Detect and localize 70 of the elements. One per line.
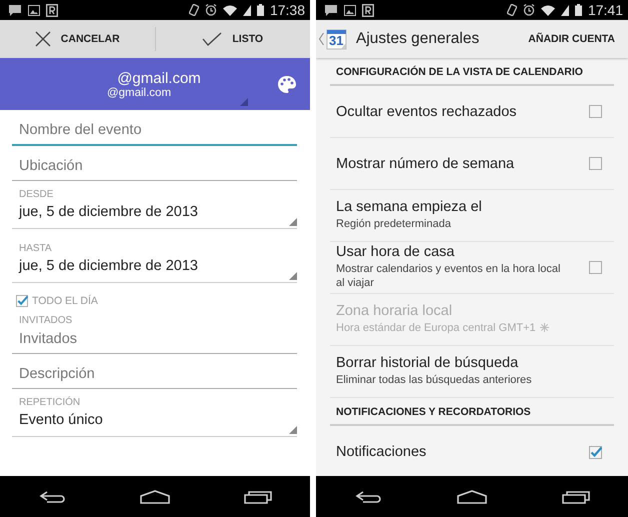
chat-icon (324, 4, 338, 16)
close-icon (34, 31, 51, 47)
up-button[interactable]: 31 Ajustes generales (316, 27, 486, 51)
calendar-app-icon: 31 (326, 28, 348, 50)
home-icon[interactable] (140, 490, 170, 504)
dropdown-corner-icon (240, 98, 248, 106)
checkbox-label: TODO EL DÍA (32, 295, 98, 307)
date-dropdown[interactable]: jue, 5 de diciembre de 2013 (12, 255, 297, 283)
status-time: 17:38 (270, 2, 305, 18)
vibrate-icon (188, 4, 199, 16)
text-field[interactable]: Descripción (12, 362, 297, 389)
text-field[interactable]: Invitados (12, 327, 297, 354)
vibrate-icon (506, 4, 517, 16)
setting-summary: Hora estándar de Europa central GMT+1 (336, 322, 536, 336)
field-label: HASTA (18, 243, 53, 254)
sun-icon (540, 323, 549, 332)
field-label: DESDE (18, 189, 54, 200)
dropdown-corner-icon (289, 218, 297, 226)
battery-icon (256, 4, 264, 16)
checkbox[interactable] (16, 295, 28, 307)
setting-title[interactable]: Notificaciones (336, 444, 589, 460)
square-logo-icon (362, 4, 374, 16)
palette-icon[interactable] (278, 76, 296, 92)
wifi-icon (540, 4, 555, 16)
checkbox[interactable] (589, 446, 602, 458)
account-selector[interactable]: @gmail.com @gmail.com (0, 58, 310, 110)
account-email: @gmail.com (106, 86, 172, 98)
back-icon[interactable] (353, 490, 383, 504)
setting-title[interactable]: Usar hora de casa (336, 244, 589, 260)
text-field[interactable]: Ubicación (12, 154, 297, 181)
dropdown-corner-icon (289, 426, 297, 434)
add-account-button[interactable]: AÑADIR CUENTA (522, 32, 621, 46)
screen-title: Ajustes generales (356, 30, 480, 48)
image-icon (344, 4, 356, 16)
account-name: @gmail.com (117, 70, 201, 86)
checkbox[interactable] (589, 157, 602, 170)
alarm-icon (522, 4, 535, 16)
setting-title[interactable]: Borrar historial de búsqueda (336, 355, 608, 372)
status-time: 17:41 (588, 2, 623, 18)
setting-title[interactable]: Ocultar eventos rechazados (336, 104, 589, 120)
setting-title[interactable]: La semana empieza el (336, 199, 608, 216)
check-icon (202, 32, 222, 46)
dropdown-corner-icon (289, 272, 297, 280)
setting-title[interactable]: Mostrar número de semana (336, 156, 589, 172)
home-icon[interactable] (457, 490, 487, 504)
image-icon (28, 4, 40, 16)
chat-icon (8, 4, 22, 16)
recent-apps-icon[interactable] (243, 490, 274, 504)
section-header: CONFIGURACIÓN DE LA VISTA DE CALENDARIO (330, 58, 614, 86)
checkbox[interactable] (589, 261, 602, 274)
recent-apps-icon[interactable] (561, 490, 591, 504)
field-label: INVITADOS (18, 315, 74, 326)
field-label: REPETICIÓN (18, 397, 82, 408)
done-button[interactable]: LISTO (156, 20, 310, 58)
battery-icon (574, 4, 582, 16)
chevron-left-icon (319, 33, 324, 45)
checkbox[interactable] (589, 105, 602, 118)
setting-summary: Mostrar calendarios y eventos en la hora local al viajar (336, 263, 561, 291)
setting-summary: Eliminar todas las búsquedas anteriores (336, 374, 533, 388)
alarm-icon (204, 4, 217, 16)
signal-icon (560, 4, 569, 16)
section-header: NOTIFICACIONES Y RECORDATORIOS (330, 398, 614, 426)
wifi-icon (222, 4, 237, 16)
cancel-button[interactable]: CANCELAR (0, 20, 154, 58)
signal-icon (242, 4, 251, 16)
date-dropdown[interactable]: jue, 5 de diciembre de 2013 (12, 201, 297, 229)
square-logo-icon (46, 4, 58, 16)
text-field[interactable]: Nombre del evento (12, 118, 297, 146)
date-dropdown[interactable]: Evento único (12, 409, 297, 437)
setting-summary: Región predeterminada (336, 218, 452, 232)
